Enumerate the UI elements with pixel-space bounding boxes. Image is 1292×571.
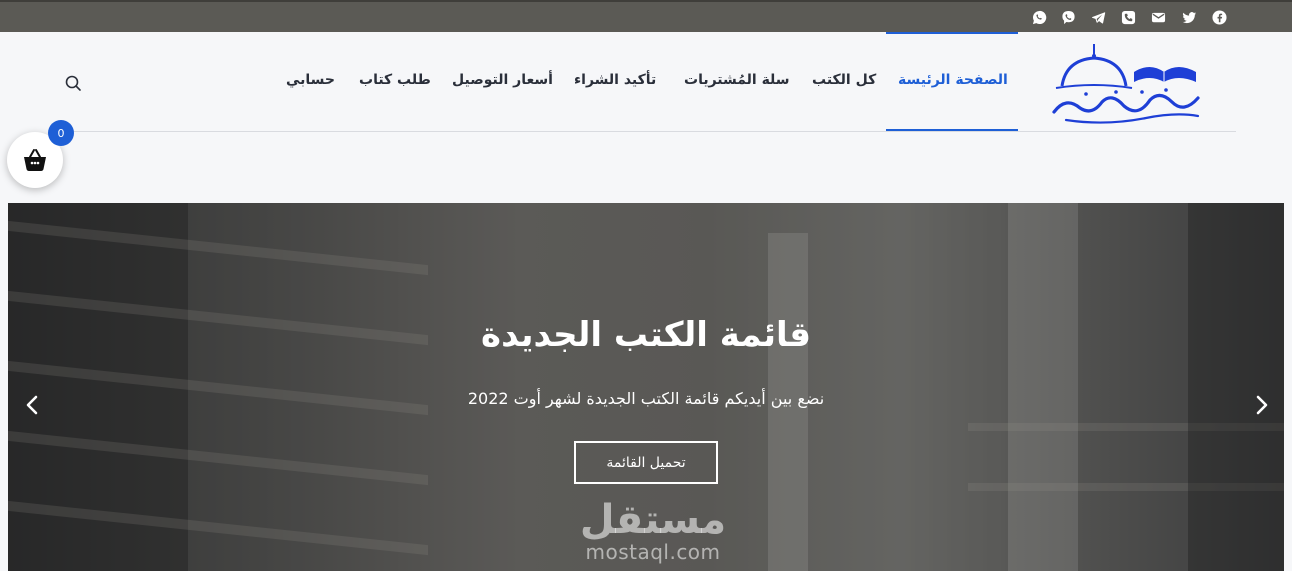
nav-request-book[interactable]: طلب كتاب	[359, 72, 431, 92]
viber-icon[interactable]	[1060, 9, 1076, 25]
watermark-arabic: مستقل	[579, 497, 727, 543]
email-icon[interactable]	[1150, 9, 1166, 25]
nav-my-account[interactable]: حسابي	[286, 72, 335, 92]
cart-count-badge: 0	[48, 120, 74, 146]
search-icon[interactable]	[63, 73, 83, 93]
whatsapp-icon[interactable]	[1031, 9, 1047, 25]
telegram-icon[interactable]	[1090, 9, 1106, 25]
nav-checkout[interactable]: تأكيد الشراء	[574, 72, 656, 92]
watermark-latin: mostaql.com	[585, 540, 721, 564]
phone-icon[interactable]	[1120, 9, 1136, 25]
watermark: مستقل mostaql.com	[568, 499, 738, 563]
nav-cart[interactable]: سلة المُشتريات	[684, 72, 790, 92]
download-list-button[interactable]: تحميل القائمة	[574, 441, 718, 484]
nav-home[interactable]: الصفحة الرئيسة	[898, 72, 1008, 92]
slider-prev-arrow-icon[interactable]	[22, 393, 42, 417]
hero-title: قائمة الكتب الجديدة	[481, 315, 811, 355]
twitter-icon[interactable]	[1181, 9, 1197, 25]
slider-next-arrow-icon[interactable]	[1252, 393, 1272, 417]
header-divider	[60, 131, 1236, 132]
nav-shipping-prices[interactable]: أسعار التوصيل	[452, 72, 553, 92]
site-logo[interactable]	[1046, 42, 1206, 124]
nav-all-books[interactable]: كل الكتب	[812, 72, 876, 92]
basket-icon	[24, 149, 46, 171]
facebook-icon[interactable]	[1211, 9, 1227, 25]
hero-slider: قائمة الكتب الجديدة نضع بين أيديكم قائمة…	[8, 203, 1284, 571]
social-topbar	[0, 0, 1292, 32]
active-nav-top-indicator	[886, 32, 1018, 34]
hero-subtitle: نضع بين أيديكم قائمة الكتب الجديدة لشهر …	[467, 389, 825, 408]
